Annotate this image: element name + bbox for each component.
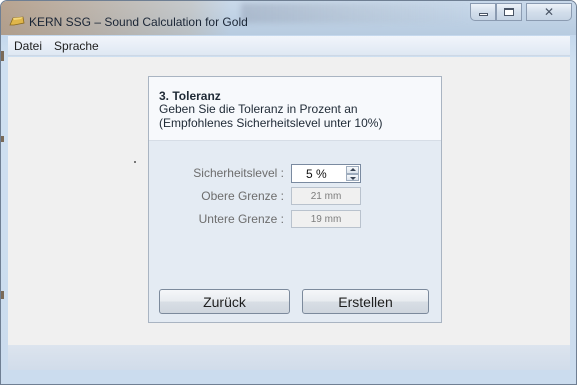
title-bar-blur — [241, 3, 471, 23]
minimize-icon — [478, 13, 488, 16]
app-window: KERN SSG – Sound Calculation for Gold ✕ … — [0, 0, 577, 385]
menu-item-sprache[interactable]: Sprache — [48, 36, 105, 56]
chevron-down-icon — [350, 176, 356, 180]
step-description-line2: (Empfohlenes Sicherheitslevel unter 10%) — [159, 116, 383, 130]
wizard-header: 3. Toleranz Geben Sie die Toleranz in Pr… — [149, 77, 441, 141]
title-bar[interactable]: KERN SSG – Sound Calculation for Gold ✕ — [1, 1, 576, 35]
upper-limit-field: 21 mm — [291, 187, 361, 205]
window-bottom-frame — [8, 345, 570, 370]
spin-buttons — [346, 166, 359, 181]
spin-down-button[interactable] — [346, 173, 359, 181]
lower-limit-label: Untere Grenze : — [198, 212, 284, 226]
security-level-label: Sicherheitslevel : — [193, 166, 284, 180]
step-description: Geben Sie die Toleranz in Prozent an (Em… — [159, 102, 382, 130]
window-title: KERN SSG – Sound Calculation for Gold — [29, 15, 248, 29]
caption-buttons: ✕ — [470, 3, 572, 21]
security-level-row: Sicherheitslevel : 5 % — [149, 164, 441, 184]
maximize-icon — [504, 8, 514, 16]
security-level-stepper[interactable]: 5 % — [291, 164, 361, 183]
edge-artifact — [1, 136, 4, 142]
edge-artifact — [1, 51, 4, 61]
gold-bar-icon — [9, 16, 25, 26]
step-title: 3. Toleranz — [159, 89, 221, 103]
close-icon: ✕ — [543, 5, 555, 19]
upper-limit-row: Obere Grenze : 21 mm — [149, 187, 441, 207]
lower-limit-field: 19 mm — [291, 210, 361, 228]
security-level-value[interactable]: 5 % — [306, 167, 327, 181]
back-button[interactable]: Zurück — [159, 289, 290, 314]
spin-up-button[interactable] — [346, 166, 359, 174]
wizard-panel: 3. Toleranz Geben Sie die Toleranz in Pr… — [148, 76, 442, 323]
chevron-up-icon — [350, 168, 356, 171]
lower-limit-row: Untere Grenze : 19 mm — [149, 210, 441, 230]
close-button[interactable]: ✕ — [526, 3, 572, 21]
upper-limit-label: Obere Grenze : — [201, 189, 284, 203]
menu-bar: Datei Sprache — [8, 36, 570, 56]
minimize-button[interactable] — [470, 3, 496, 21]
stray-dot — [134, 161, 136, 163]
menu-item-datei[interactable]: Datei — [8, 36, 48, 56]
step-description-line1: Geben Sie die Toleranz in Prozent an — [159, 102, 358, 116]
create-button[interactable]: Erstellen — [302, 289, 429, 314]
edge-artifact — [1, 291, 4, 299]
maximize-button[interactable] — [496, 3, 522, 21]
